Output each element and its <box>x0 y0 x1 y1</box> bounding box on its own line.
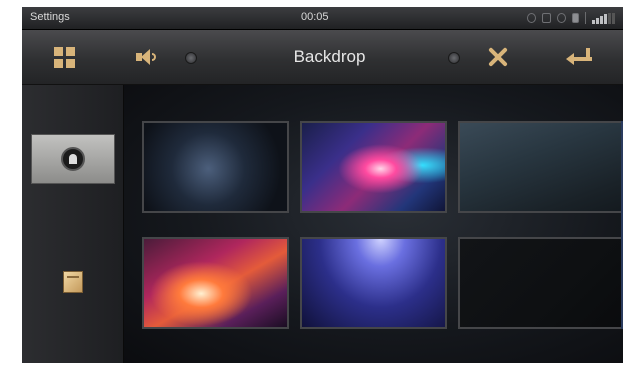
wallpaper-thumb-teal-gradient[interactable] <box>458 121 623 213</box>
images-icon <box>63 271 83 293</box>
device-screen: Settings 00:05 Backdrop <box>22 7 623 363</box>
wallpaper-thumb-plain-black[interactable] <box>458 237 623 329</box>
sidebar <box>22 85 124 363</box>
top-toolbar: Backdrop <box>22 30 623 85</box>
tools-icon <box>486 45 510 69</box>
bluetooth-icon <box>557 13 566 23</box>
status-icons <box>527 12 615 24</box>
wallpaper-thumb-purple-light-rays[interactable] <box>300 237 447 329</box>
status-clock: 00:05 <box>301 11 329 23</box>
wallpaper-thumb-magenta-cyan-burst[interactable] <box>300 121 447 213</box>
return-icon <box>566 48 592 66</box>
sd-card-icon <box>542 13 551 23</box>
right-knob-indicator <box>448 52 460 64</box>
status-app-title: Settings <box>30 11 70 23</box>
volume-button[interactable] <box>127 30 167 84</box>
battery-icon <box>572 13 579 23</box>
wallpaper-thumb-dark-blue-glow[interactable] <box>142 121 289 213</box>
status-bar: Settings 00:05 <box>22 7 623 30</box>
wallpaper-thumb-orange-light-streaks[interactable] <box>142 237 289 329</box>
tools-button[interactable] <box>475 30 521 84</box>
grid-menu-icon <box>53 46 75 68</box>
gps-icon <box>527 13 536 23</box>
main-menu-button[interactable] <box>42 30 86 84</box>
sidebar-item-backdrop[interactable] <box>31 134 115 184</box>
wallpaper-grid <box>124 85 623 363</box>
signal-icon <box>592 12 615 24</box>
back-button[interactable] <box>552 30 606 84</box>
left-knob-indicator <box>185 52 197 64</box>
sidebar-item-images[interactable] <box>31 257 115 307</box>
page-title: Backdrop <box>293 47 366 66</box>
status-divider <box>585 12 586 24</box>
volume-icon <box>136 49 158 65</box>
backdrop-icon <box>61 147 85 171</box>
